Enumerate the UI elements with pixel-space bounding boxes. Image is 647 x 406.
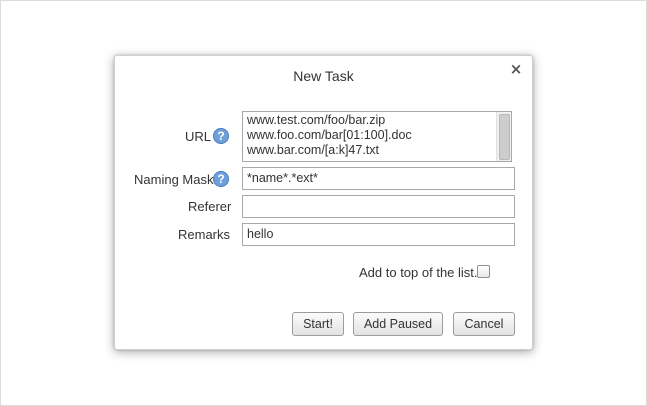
url-scrollbar-thumb[interactable]: [499, 114, 510, 160]
url-line: www.foo.com/bar[01:100].doc: [247, 128, 412, 142]
url-label: URL: [185, 129, 212, 144]
start-button[interactable]: Start!: [292, 312, 344, 336]
naming-mask-help-icon[interactable]: ?: [213, 171, 229, 187]
referer-input[interactable]: [242, 195, 515, 218]
remarks-label: Remarks: [178, 227, 231, 242]
dialog-title: New Task: [293, 68, 354, 84]
url-line: www.bar.com/[a:k]47.txt: [247, 143, 379, 157]
url-help-icon[interactable]: ?: [213, 128, 229, 144]
url-textarea[interactable]: www.test.com/foo/bar.zip www.foo.com/bar…: [242, 111, 512, 162]
new-task-dialog: New Task × URL ? www.test.com/foo/bar.zi…: [114, 55, 533, 350]
naming-mask-label: Naming Mask: [134, 172, 214, 187]
url-scrollbar[interactable]: [496, 112, 511, 161]
cancel-button[interactable]: Cancel: [453, 312, 515, 336]
url-line: www.test.com/foo/bar.zip: [247, 113, 386, 127]
add-to-top-checkbox[interactable]: [477, 265, 490, 278]
add-paused-button[interactable]: Add Paused: [353, 312, 443, 336]
referer-label: Referer: [188, 199, 232, 214]
add-to-top-label: Add to top of the list.: [359, 265, 478, 280]
close-icon[interactable]: ×: [509, 61, 523, 77]
remarks-input[interactable]: hello: [242, 223, 515, 246]
naming-mask-input[interactable]: *name*.*ext*: [242, 167, 515, 190]
